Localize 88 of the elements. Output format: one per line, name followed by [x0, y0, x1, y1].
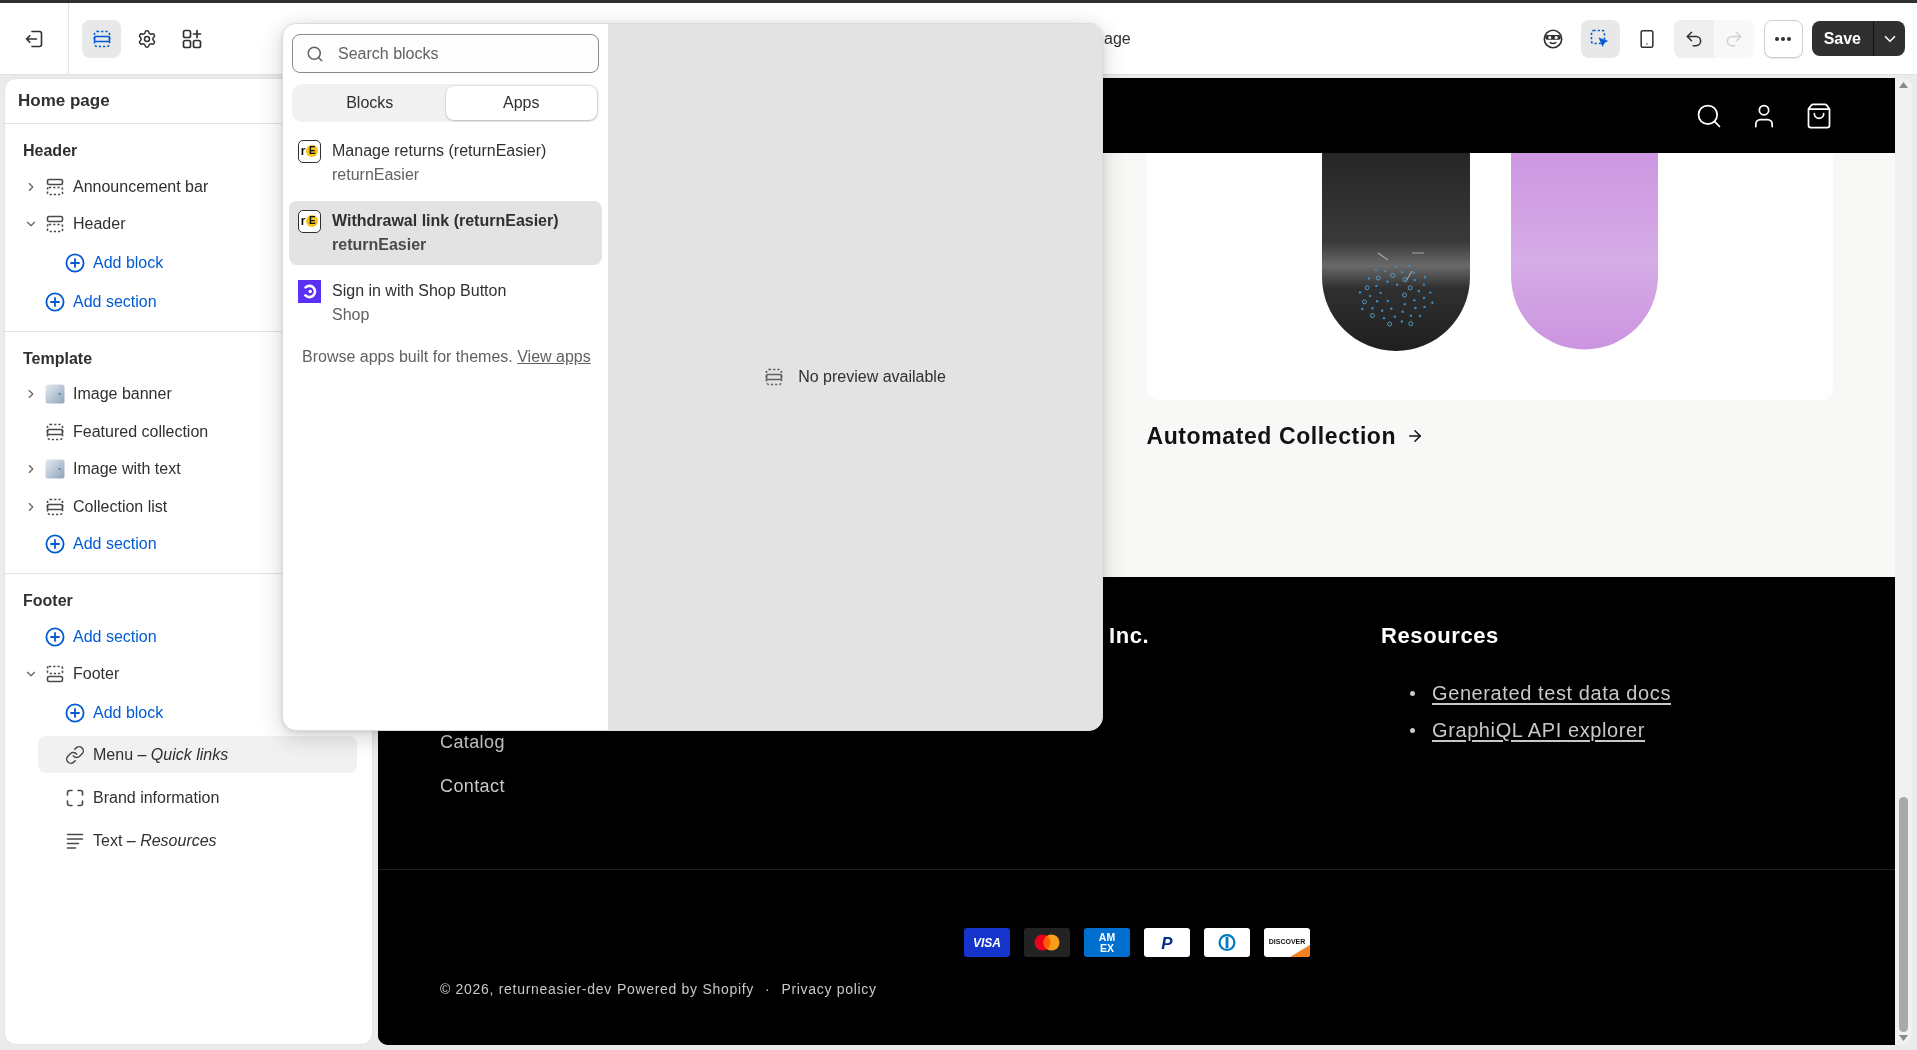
plus-circle-icon	[65, 253, 85, 273]
save-button[interactable]: Save	[1811, 21, 1873, 56]
section-icon	[45, 421, 65, 442]
tab[interactable]: Apps	[445, 86, 597, 120]
resource-link[interactable]: GraphiQL API explorer	[1432, 717, 1646, 743]
undo-button[interactable]	[1673, 19, 1714, 58]
scroll-down-icon[interactable]	[1899, 1035, 1908, 1041]
collection-link[interactable]: Automated Collection	[1146, 422, 1425, 450]
image-thumbnail-icon	[45, 459, 65, 480]
app-block-item[interactable]: Sign in with Shop Button Shop	[289, 271, 602, 335]
plus-circle-icon	[45, 534, 65, 555]
add-section-button[interactable]: Add section	[45, 283, 161, 320]
sections-icon	[91, 28, 112, 49]
settings-icon	[136, 28, 157, 49]
plus-circle-icon	[45, 291, 65, 312]
section-icon	[45, 496, 65, 517]
search-field[interactable]: Search blocks	[292, 34, 599, 73]
block-item[interactable]: Brand information	[38, 779, 224, 816]
amex-card-icon: AM EX	[1083, 928, 1130, 957]
scrollbar-thumb[interactable]	[1899, 797, 1908, 1032]
section-item[interactable]: Announcement bar	[45, 168, 213, 205]
shopping-bag-icon[interactable]	[1805, 101, 1833, 130]
app-block-item[interactable]: r E Manage returns (returnEasier) returnEasier	[289, 131, 602, 195]
more-icon	[1775, 36, 1792, 41]
exit-icon	[24, 28, 44, 49]
app-block-title: Manage returns (returnEasier)	[332, 141, 547, 161]
footer-section-icon	[45, 664, 65, 685]
more-actions-button[interactable]	[1763, 19, 1803, 58]
powered-by-link[interactable]: Powered by Shopify	[616, 980, 754, 998]
add-section-button[interactable]: Add section	[45, 618, 161, 655]
group-heading: Template	[23, 348, 93, 369]
group-heading: Header	[23, 141, 78, 161]
block-item[interactable]: Menu – Quick links	[38, 736, 357, 773]
scroll-up-icon[interactable]	[1899, 82, 1908, 88]
shop-logo-icon	[298, 279, 321, 303]
app-logo: r E	[298, 139, 321, 163]
block-item[interactable]: Text – Resources	[38, 822, 221, 859]
add-block-button[interactable]: Add block	[38, 244, 168, 282]
frame-corners-icon	[65, 787, 85, 808]
plus-circle-icon	[65, 703, 85, 723]
page-title: age	[1104, 29, 1131, 48]
footer-heading: Inc.	[1109, 622, 1150, 650]
app-name: returnEasier	[332, 235, 427, 255]
copyright-text: © 2026, returneasier-dev	[440, 980, 612, 998]
preview-message: No preview available	[798, 368, 946, 386]
view-apps-link[interactable]: View apps	[517, 348, 591, 365]
masked-face-icon	[1543, 28, 1564, 49]
tab[interactable]: Blocks	[294, 86, 446, 120]
inspector-button[interactable]	[1580, 19, 1620, 58]
header-section-icon	[45, 176, 65, 197]
app-logo: r E	[298, 209, 321, 233]
grid-plus-icon	[181, 28, 202, 49]
footer-heading: Resources	[1381, 622, 1499, 650]
link-icon	[65, 744, 85, 765]
section-item[interactable]: Image with text	[45, 451, 185, 488]
diners-card-icon	[1203, 928, 1250, 957]
add-section-button[interactable]: Add section	[45, 526, 161, 563]
section-item[interactable]: Collection list	[45, 488, 172, 525]
section-item[interactable]: Footer	[45, 656, 124, 693]
separator-dot: ·	[765, 980, 771, 998]
plus-circle-icon	[45, 626, 65, 647]
image-thumbnail-icon	[45, 384, 65, 405]
bullet-icon	[1410, 727, 1415, 733]
footer-menu-link[interactable]: Catalog	[440, 732, 505, 752]
add-block-button[interactable]: Add block	[38, 694, 168, 732]
section-item[interactable]: Featured collection	[45, 413, 213, 450]
header-section-icon	[45, 214, 65, 235]
app-name: returnEasier	[332, 165, 420, 185]
save-options-button[interactable]	[1873, 21, 1905, 56]
resource-link[interactable]: Generated test data docs	[1432, 680, 1671, 706]
browse-apps-note: Browse apps built for themes. View apps	[301, 347, 592, 367]
section-placeholder-icon	[764, 367, 785, 387]
app-block-title: Sign in with Shop Button	[332, 281, 507, 301]
app-name: Shop	[332, 305, 370, 325]
search-icon	[306, 44, 324, 63]
bullet-icon	[1410, 690, 1415, 696]
footer-menu-link[interactable]: Contact	[440, 776, 505, 796]
app-block-title: Withdrawal link (returnEasier)	[332, 211, 559, 231]
section-item[interactable]: Image banner	[45, 376, 176, 413]
mastercard-icon	[1023, 928, 1070, 957]
sidebar-title: Home page	[18, 90, 110, 112]
visa-card-icon: VISA	[963, 928, 1010, 957]
policy-link[interactable]: Privacy policy	[781, 980, 877, 998]
section-item[interactable]: Header	[45, 206, 130, 243]
group-heading: Footer	[23, 591, 73, 611]
sections-tab-button[interactable]	[82, 19, 121, 58]
app-block-item[interactable]: r E Withdrawal link (returnEasier) returnEasier	[289, 201, 602, 265]
paypal-icon: P	[1143, 928, 1190, 957]
